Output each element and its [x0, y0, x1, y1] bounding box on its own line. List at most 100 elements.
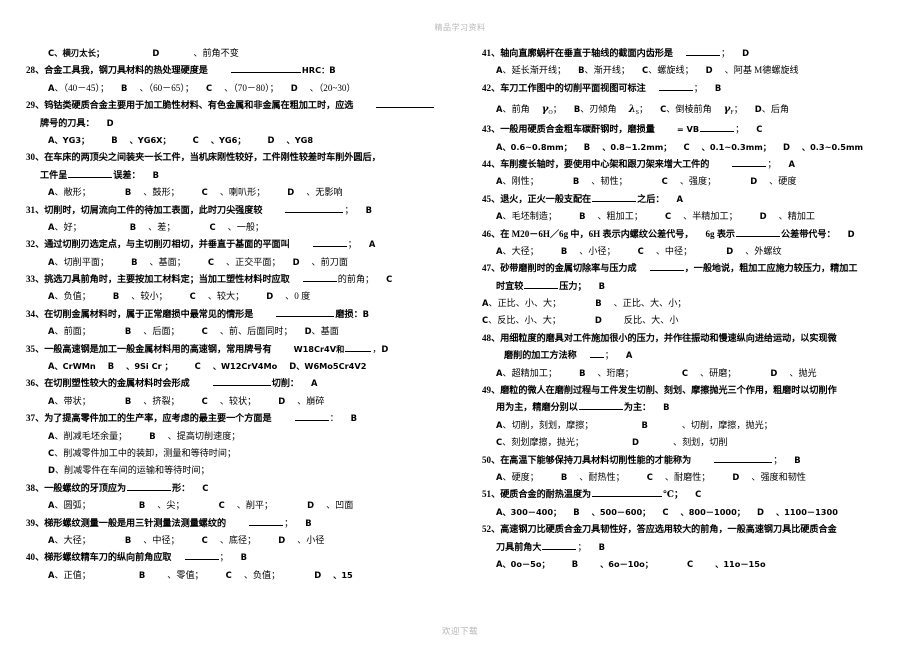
question-stem-line2-post: 为主： — [623, 402, 652, 413]
option-text-b: 、韧性； — [591, 176, 628, 187]
answer-blank[interactable] — [345, 342, 372, 352]
option-text-b: 、6o－10o； — [600, 558, 653, 569]
option-label-b: B — [149, 430, 156, 441]
option-text-c: 、（70－80）； — [224, 82, 279, 93]
question-number: 29、 — [26, 100, 45, 111]
question-stem-line2-pre: 用为主，精磨分别以 — [496, 402, 578, 413]
option-label-b: B — [124, 326, 132, 337]
option-text-b: 、小径； — [579, 245, 616, 256]
answer-key: D — [381, 343, 389, 354]
answer-blank[interactable] — [542, 540, 577, 550]
option-text-c: 、倒棱前角 — [666, 104, 712, 115]
option-label-b: B — [583, 141, 591, 152]
option-label-d: D — [594, 315, 602, 326]
answer-blank[interactable] — [127, 481, 172, 491]
option-text-b: 、9Si Cr ； — [126, 361, 173, 372]
question-number: 33、 — [26, 274, 45, 285]
option-label-c: C — [206, 82, 213, 93]
answer-blank[interactable] — [184, 550, 219, 561]
question-number: 50、 — [482, 454, 501, 465]
option-text-a: 、刚性； — [502, 176, 539, 187]
answer-blank-2[interactable] — [524, 279, 559, 289]
answer-blank[interactable] — [592, 487, 663, 498]
question-number: 39、 — [26, 517, 45, 528]
option-text-a: 、切削，刻划，摩擦； — [502, 419, 594, 430]
question-stem: 磨粒的微人在磨削过程与工件发生切削、刻划、摩擦抛光三个作用，粗磨时以切削作 — [500, 385, 837, 396]
option-text-c: 、削减零件加工中的装卸，测量和等待时间； — [54, 447, 237, 458]
answer-blank[interactable] — [589, 348, 604, 359]
answer-blank[interactable] — [302, 272, 337, 283]
question-number: 45、 — [482, 193, 501, 204]
question-35: 35、一般高速钢是加工一般金属材料用的高速钢，常用牌号有 W18Cr4V和 ，D A… — [26, 341, 446, 376]
answer-blank[interactable] — [649, 261, 684, 272]
option-text-c: 、研磨； — [700, 367, 737, 378]
option-text-b: 、珩磨； — [597, 367, 634, 378]
question-31: 31、切削时，切屑流向工件的待加工表面，此时刀尖强度较； B A、好； B 、差； C、… — [26, 202, 446, 237]
answer-blank[interactable] — [658, 81, 693, 91]
answer-blank[interactable] — [736, 227, 781, 237]
option-label-d: D — [304, 326, 312, 337]
question-stem: 梯形螺纹测量一般是用三针测量法测量螺纹的 — [44, 517, 227, 528]
question-stem: 轴向直廓蜗杆在垂直于轴线的截面内齿形是 — [500, 48, 673, 58]
question-stem: 车刀工作图中的切削平面视图可标注 — [500, 82, 646, 93]
option-label-c: C — [192, 134, 199, 145]
option-label-c: C — [664, 211, 672, 222]
option-label-b: B — [129, 221, 137, 232]
option-label-b: B — [579, 367, 586, 378]
answer-blank[interactable] — [294, 411, 329, 422]
option-text-a: 、前面； — [54, 326, 91, 337]
option-label-c: C — [218, 500, 225, 511]
answer-blank[interactable] — [732, 157, 767, 167]
question-stem-tail: ； — [347, 239, 357, 250]
answer-blank[interactable] — [592, 192, 637, 202]
option-text-a: 、好； — [54, 221, 82, 232]
question-stem: 在 M20－6H／6g 中，6H 表示内螺纹公差代号， — [500, 228, 694, 239]
option-text-d: 、0 度 — [285, 291, 311, 302]
option-text-c: 、一般； — [227, 221, 265, 232]
question-38: 38、一般螺纹的牙顶应为 形： C A、圆弧； B 、尖； C 、削平； D 、凹面 — [26, 480, 446, 515]
option-text-b: 、耐热性； — [579, 471, 625, 482]
question-number: 47、 — [482, 263, 501, 274]
answer-blank[interactable] — [230, 63, 301, 74]
answer-blank[interactable] — [714, 453, 773, 463]
answer-blank[interactable] — [276, 307, 335, 317]
answer-blank[interactable] — [700, 122, 735, 133]
option-label-d: D — [267, 134, 275, 145]
answer-blank[interactable] — [212, 376, 271, 387]
answer-blank[interactable] — [686, 46, 720, 56]
option-label-b: B — [124, 395, 132, 406]
answer-blank[interactable] — [68, 168, 113, 178]
question-stem: 切削时，切屑流向工件的待加工表面，此时刀尖强度较 — [44, 204, 263, 215]
answer-key: A — [788, 158, 795, 169]
option-label-d: D — [314, 569, 322, 580]
answer-blank[interactable] — [578, 400, 623, 411]
option-label-d: D — [750, 176, 758, 187]
option-text-c: 、反比、小、大； — [488, 315, 561, 326]
answer-key: A — [368, 239, 376, 250]
option-label-b: B — [124, 187, 132, 198]
option-tail-c: ； — [733, 104, 743, 115]
answer-blank[interactable] — [376, 98, 435, 109]
answer-blank[interactable] — [285, 203, 344, 213]
answer-key: B — [794, 454, 801, 465]
option-text-d: 反比、大、小 — [623, 315, 679, 326]
question-stem: 为了提高零件加工的生产率，应考虑的最主要一个方面是 — [44, 413, 272, 424]
option-label-d: D — [266, 291, 274, 302]
option-text-d: 、抛光 — [789, 367, 817, 378]
option-label-d: D — [759, 211, 767, 222]
answer-blank[interactable] — [249, 516, 284, 526]
option-label-b: B — [579, 211, 586, 222]
question-32: 32、通过切削刃选定点，与主切削刃相切，并垂直于基面的平面叫； A A、切削平面；… — [26, 236, 446, 271]
option-label-b: B — [571, 558, 579, 569]
question-number: 32、 — [26, 239, 45, 250]
answer-blank[interactable] — [312, 237, 347, 248]
question-number: 49、 — [482, 385, 501, 396]
option-text-b: 、粗加工； — [597, 211, 643, 222]
question-stem-tail: ： — [329, 413, 339, 424]
option-label-c: C — [687, 558, 694, 569]
answer-key: B — [365, 204, 372, 215]
question-stem-line2: 牌号的刀具： — [40, 117, 95, 128]
question-33: 33、挑选刀具前角时，主要按加工材料定；当加工塑性材料时应取 的前角； C A、负值… — [26, 271, 446, 306]
option-label-d: D — [770, 367, 778, 378]
option-text-c: 、螺旋线； — [648, 65, 694, 76]
